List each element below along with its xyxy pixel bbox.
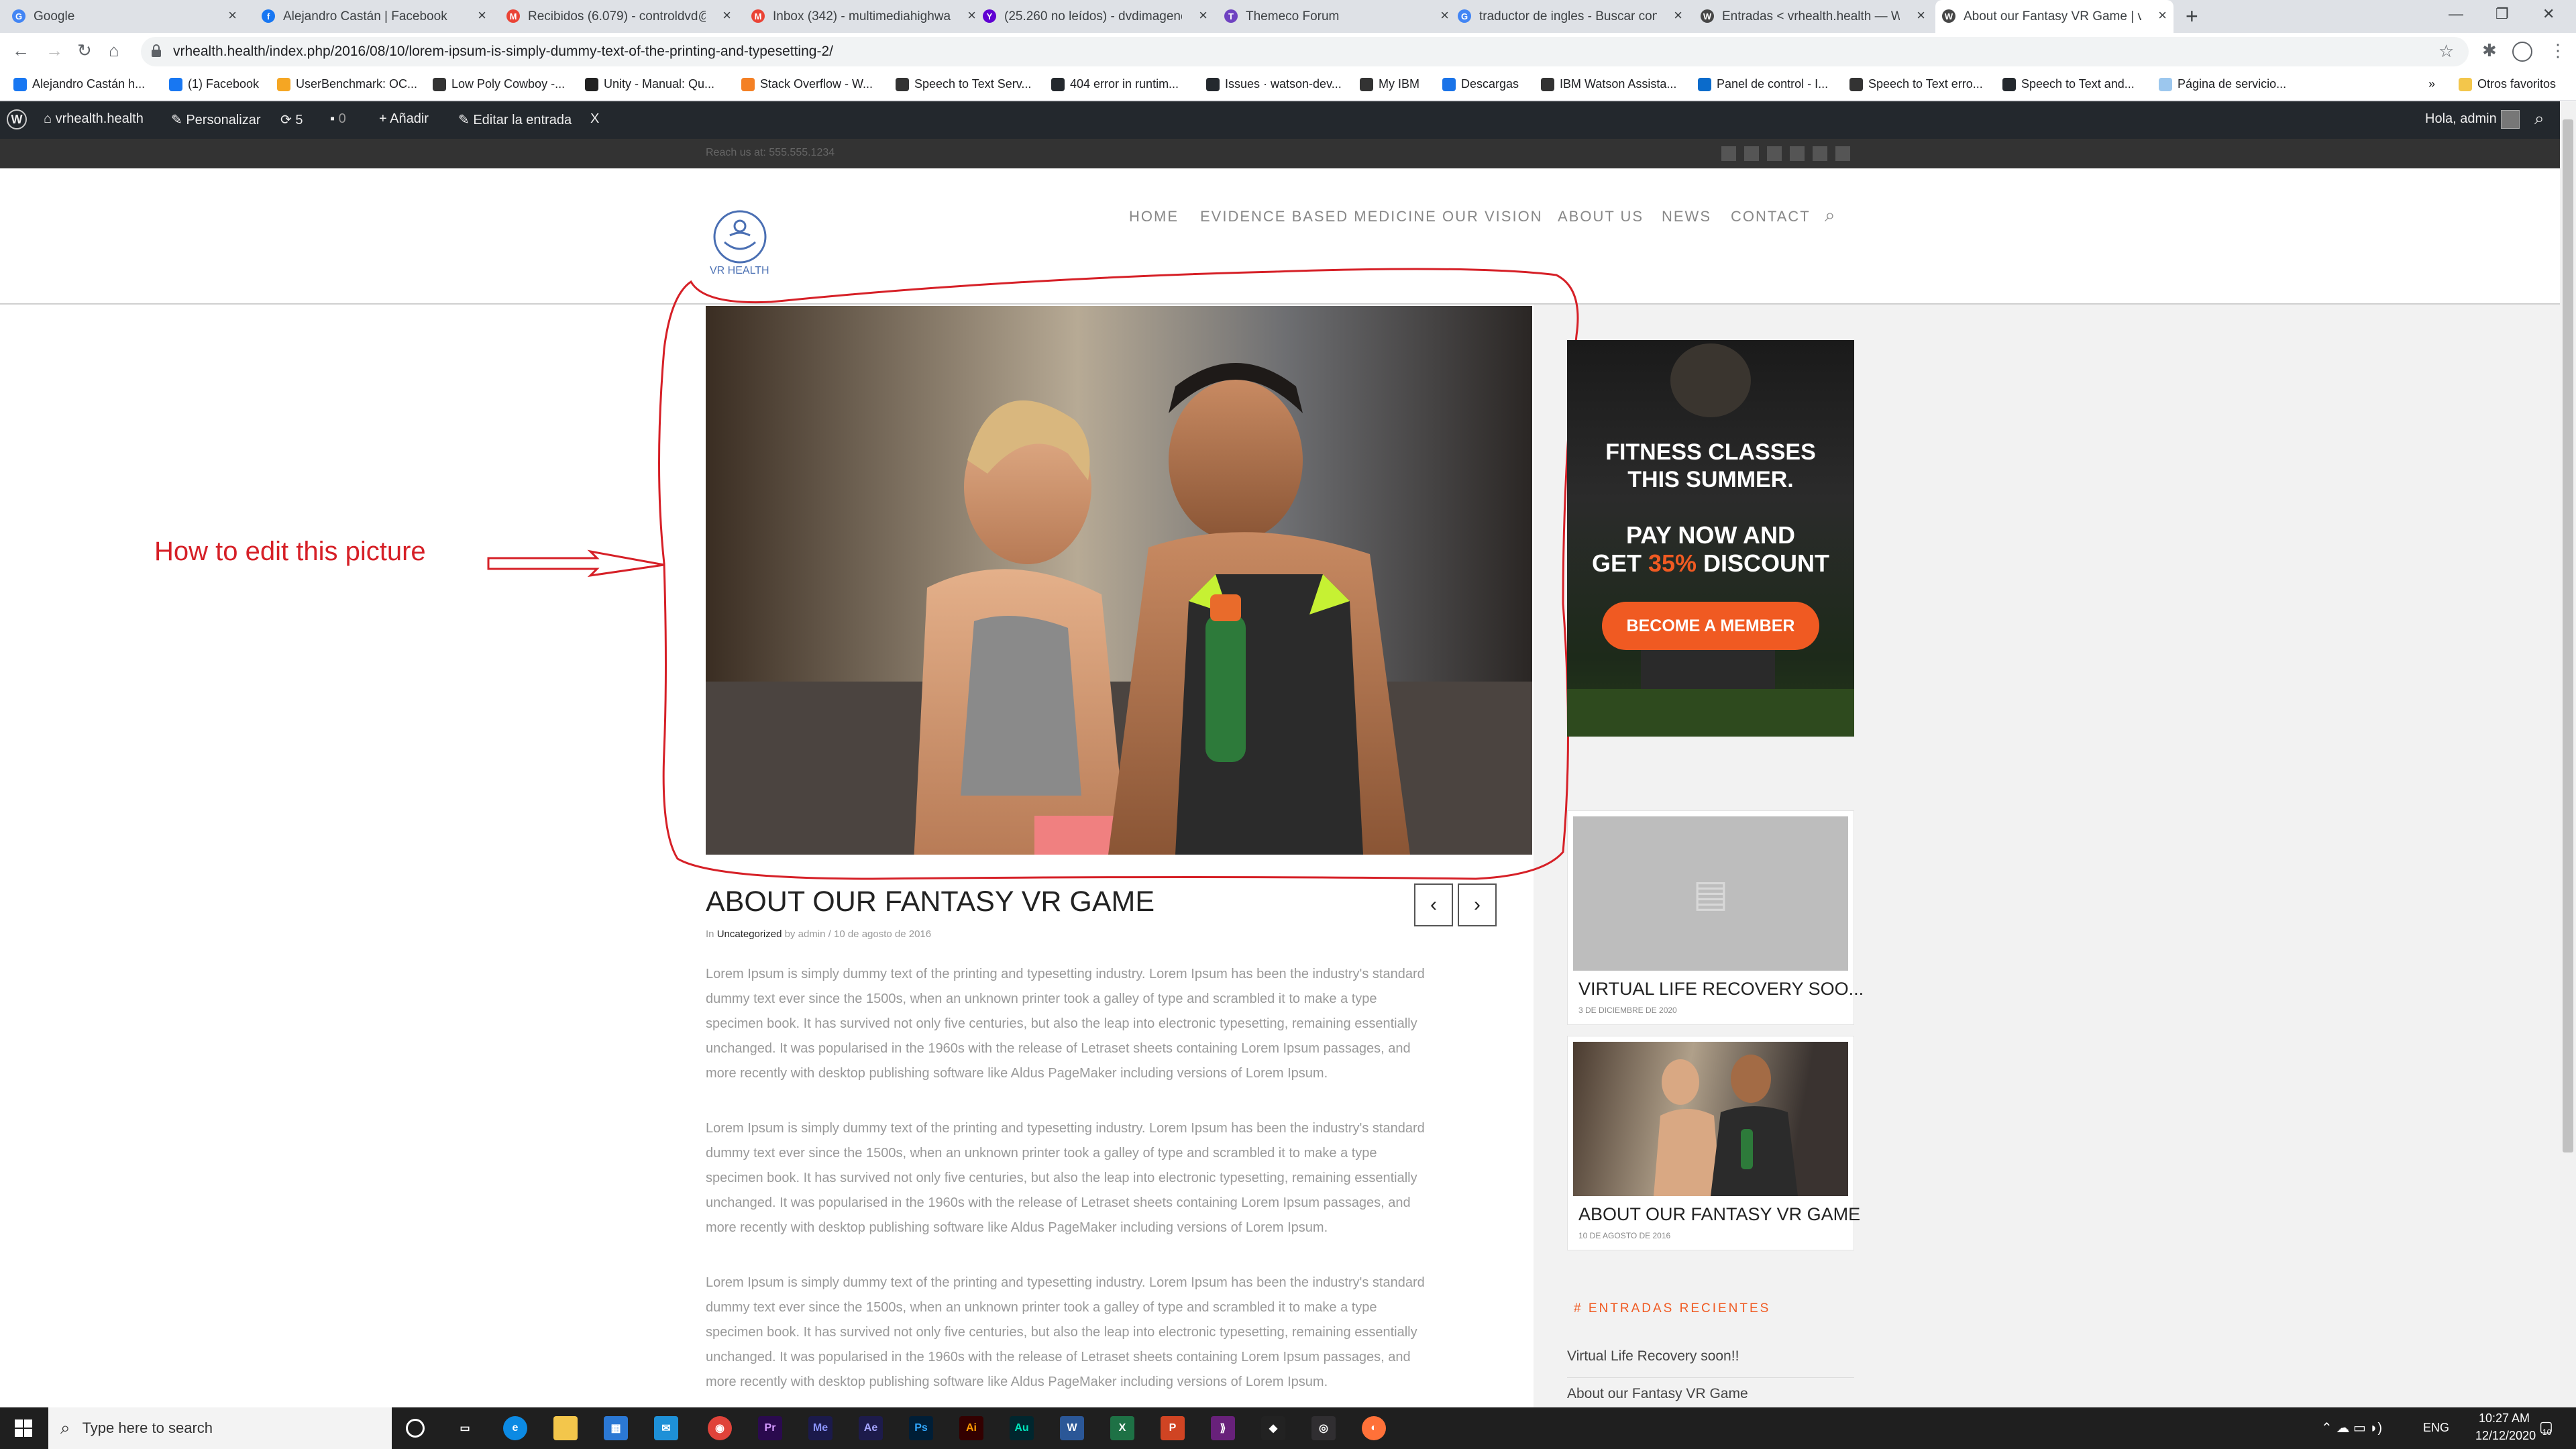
search-icon: ⌕ — [60, 1417, 70, 1438]
excel-icon[interactable]: X — [1110, 1416, 1134, 1440]
windows-start-icon[interactable] — [15, 1419, 32, 1437]
placeholder-image: ▤ — [1573, 816, 1848, 971]
card-title: VIRTUAL LIFE RECOVERY SOO... — [1578, 979, 1864, 999]
word-icon[interactable]: W — [1060, 1416, 1084, 1440]
chevron-right-icon: › — [1474, 894, 1481, 916]
card-thumbnail — [1573, 1042, 1848, 1196]
powerpoint-icon[interactable]: P — [1161, 1416, 1185, 1440]
document-icon: ▤ — [1693, 872, 1729, 914]
paragraph-line: dummy text ever since the 1500s, when an… — [706, 991, 1377, 1006]
illustrator-icon[interactable]: Ai — [959, 1416, 983, 1440]
photoshop-icon[interactable]: Ps — [909, 1416, 933, 1440]
fitness-ad-banner[interactable]: FITNESS CLASSES THIS SUMMER. PAY NOW AND… — [1567, 340, 1854, 737]
paragraph-line: unchanged. It was popularised in the 196… — [706, 1041, 1411, 1056]
paragraph-line: unchanged. It was popularised in the 196… — [706, 1195, 1411, 1210]
meta-date: 10 de agosto de 2016 — [833, 928, 932, 940]
paragraph-line: specimen book. It has survived not only … — [706, 1171, 1417, 1185]
taskbar-search-placeholder: Type here to search — [82, 1419, 213, 1436]
card-date: 3 DE DICIEMBRE DE 2020 — [1578, 1006, 1677, 1015]
taskbar-search[interactable]: ⌕ Type here to search — [48, 1407, 392, 1449]
hash-icon: # — [1574, 1301, 1583, 1316]
visual-studio-icon[interactable]: ⟫ — [1211, 1416, 1235, 1440]
paragraph-line: more recently with desktop publishing so… — [706, 1066, 1328, 1081]
paragraph-line: unchanged. It was popularised in the 196… — [706, 1350, 1411, 1364]
language-indicator[interactable]: ENG — [2423, 1421, 2449, 1435]
post-title: ABOUT OUR FANTASY VR GAME — [706, 885, 1155, 918]
paragraph-line: dummy text ever since the 1500s, when an… — [706, 1300, 1377, 1315]
notification-count: 10 — [2542, 1428, 2552, 1437]
paragraph-line: Lorem Ipsum is simply dummy text of the … — [706, 1121, 1425, 1136]
task-view-icon[interactable]: ▭ — [453, 1416, 477, 1440]
ad-line-3: PAY NOW AND — [1625, 521, 1796, 549]
store-icon[interactable]: ▦ — [604, 1416, 628, 1440]
become-member-button[interactable]: BECOME A MEMBER — [1602, 602, 1819, 650]
paragraph-line: Lorem Ipsum is simply dummy text of the … — [706, 967, 1425, 981]
tray-icons[interactable]: ⌃ ☁ ▭ ◗) — [2321, 1419, 2382, 1436]
cortana-icon[interactable] — [406, 1419, 425, 1438]
meta-in: In — [706, 928, 714, 940]
chevron-left-icon: ‹ — [1430, 894, 1437, 916]
mail-icon[interactable]: ✉ — [654, 1416, 678, 1440]
chrome-icon[interactable]: ◉ — [708, 1416, 732, 1440]
unity-icon[interactable]: ◆ — [1261, 1416, 1285, 1440]
recent-post-card[interactable]: ▤ VIRTUAL LIFE RECOVERY SOO... 3 DE DICI… — [1567, 810, 1864, 1025]
next-post-button[interactable]: › — [1458, 883, 1497, 926]
ad-line-1: FITNESS CLASSES — [1605, 439, 1816, 465]
scrollbar-thumb[interactable] — [2563, 119, 2573, 1152]
paragraph-line: more recently with desktop publishing so… — [706, 1220, 1328, 1235]
recent-entry-link[interactable]: Virtual Life Recovery soon!! — [1567, 1348, 1739, 1364]
category-link[interactable]: Uncategorized — [717, 928, 782, 940]
ad-line-2: THIS SUMMER. — [1627, 467, 1794, 492]
media-encoder-icon[interactable]: Me — [808, 1416, 833, 1440]
audition-icon[interactable]: Au — [1010, 1416, 1034, 1440]
ad-line-4: GET 35% DISCOUNT — [1567, 549, 1854, 578]
paragraph-line: more recently with desktop publishing so… — [706, 1375, 1328, 1389]
recent-post-card[interactable]: ABOUT OUR FANTASY VR GAME 10 DE AGOSTO D… — [1567, 1036, 1860, 1250]
recent-entries-heading: # ENTRADAS RECIENTES — [1574, 1301, 1770, 1316]
recent-entry-link[interactable]: About our Fantasy VR Game — [1567, 1386, 1748, 1402]
post-paragraph: Lorem Ipsum is simply dummy text of the … — [706, 1116, 1497, 1240]
become-member-label: BECOME A MEMBER — [1626, 616, 1795, 635]
post-paragraph: Lorem Ipsum is simply dummy text of the … — [706, 962, 1497, 1086]
post-meta: In Uncategorized by admin / 10 de agosto… — [706, 928, 931, 940]
firefox-icon[interactable]: ◐ — [1362, 1416, 1386, 1440]
paragraph-line: specimen book. It has survived not only … — [706, 1325, 1417, 1340]
paragraph-line: specimen book. It has survived not only … — [706, 1016, 1417, 1031]
paragraph-line: Lorem Ipsum is simply dummy text of the … — [706, 1275, 1425, 1290]
card-title: ABOUT OUR FANTASY VR GAME — [1578, 1204, 1861, 1224]
premiere-icon[interactable]: Pr — [758, 1416, 782, 1440]
recent-heading-label: ENTRADAS RECIENTES — [1588, 1301, 1771, 1316]
windows-taskbar: ⌕ Type here to search ▭ e ▦ ✉ ◉ Pr Me Ae… — [0, 1407, 2576, 1449]
ad-discount: DISCOUNT — [1703, 549, 1830, 577]
meta-author[interactable]: by admin — [785, 928, 826, 940]
file-explorer-icon[interactable] — [553, 1416, 578, 1440]
after-effects-icon[interactable]: Ae — [859, 1416, 883, 1440]
prev-post-button[interactable]: ‹ — [1414, 883, 1453, 926]
paragraph-line: dummy text ever since the 1500s, when an… — [706, 1146, 1377, 1161]
card-date: 10 DE AGOSTO DE 2016 — [1578, 1231, 1671, 1240]
ad-discount-percent: 35% — [1648, 549, 1697, 577]
divider — [1567, 1377, 1854, 1378]
post-paragraph: Lorem Ipsum is simply dummy text of the … — [706, 1271, 1497, 1395]
clock-date[interactable]: 12/12/2020 — [2475, 1429, 2536, 1443]
obs-icon[interactable]: ◎ — [1311, 1416, 1336, 1440]
meta-separator: / — [828, 928, 831, 940]
edge-icon[interactable]: e — [503, 1416, 527, 1440]
clock-time[interactable]: 10:27 AM — [2479, 1411, 2530, 1426]
ad-get: GET — [1591, 549, 1642, 577]
